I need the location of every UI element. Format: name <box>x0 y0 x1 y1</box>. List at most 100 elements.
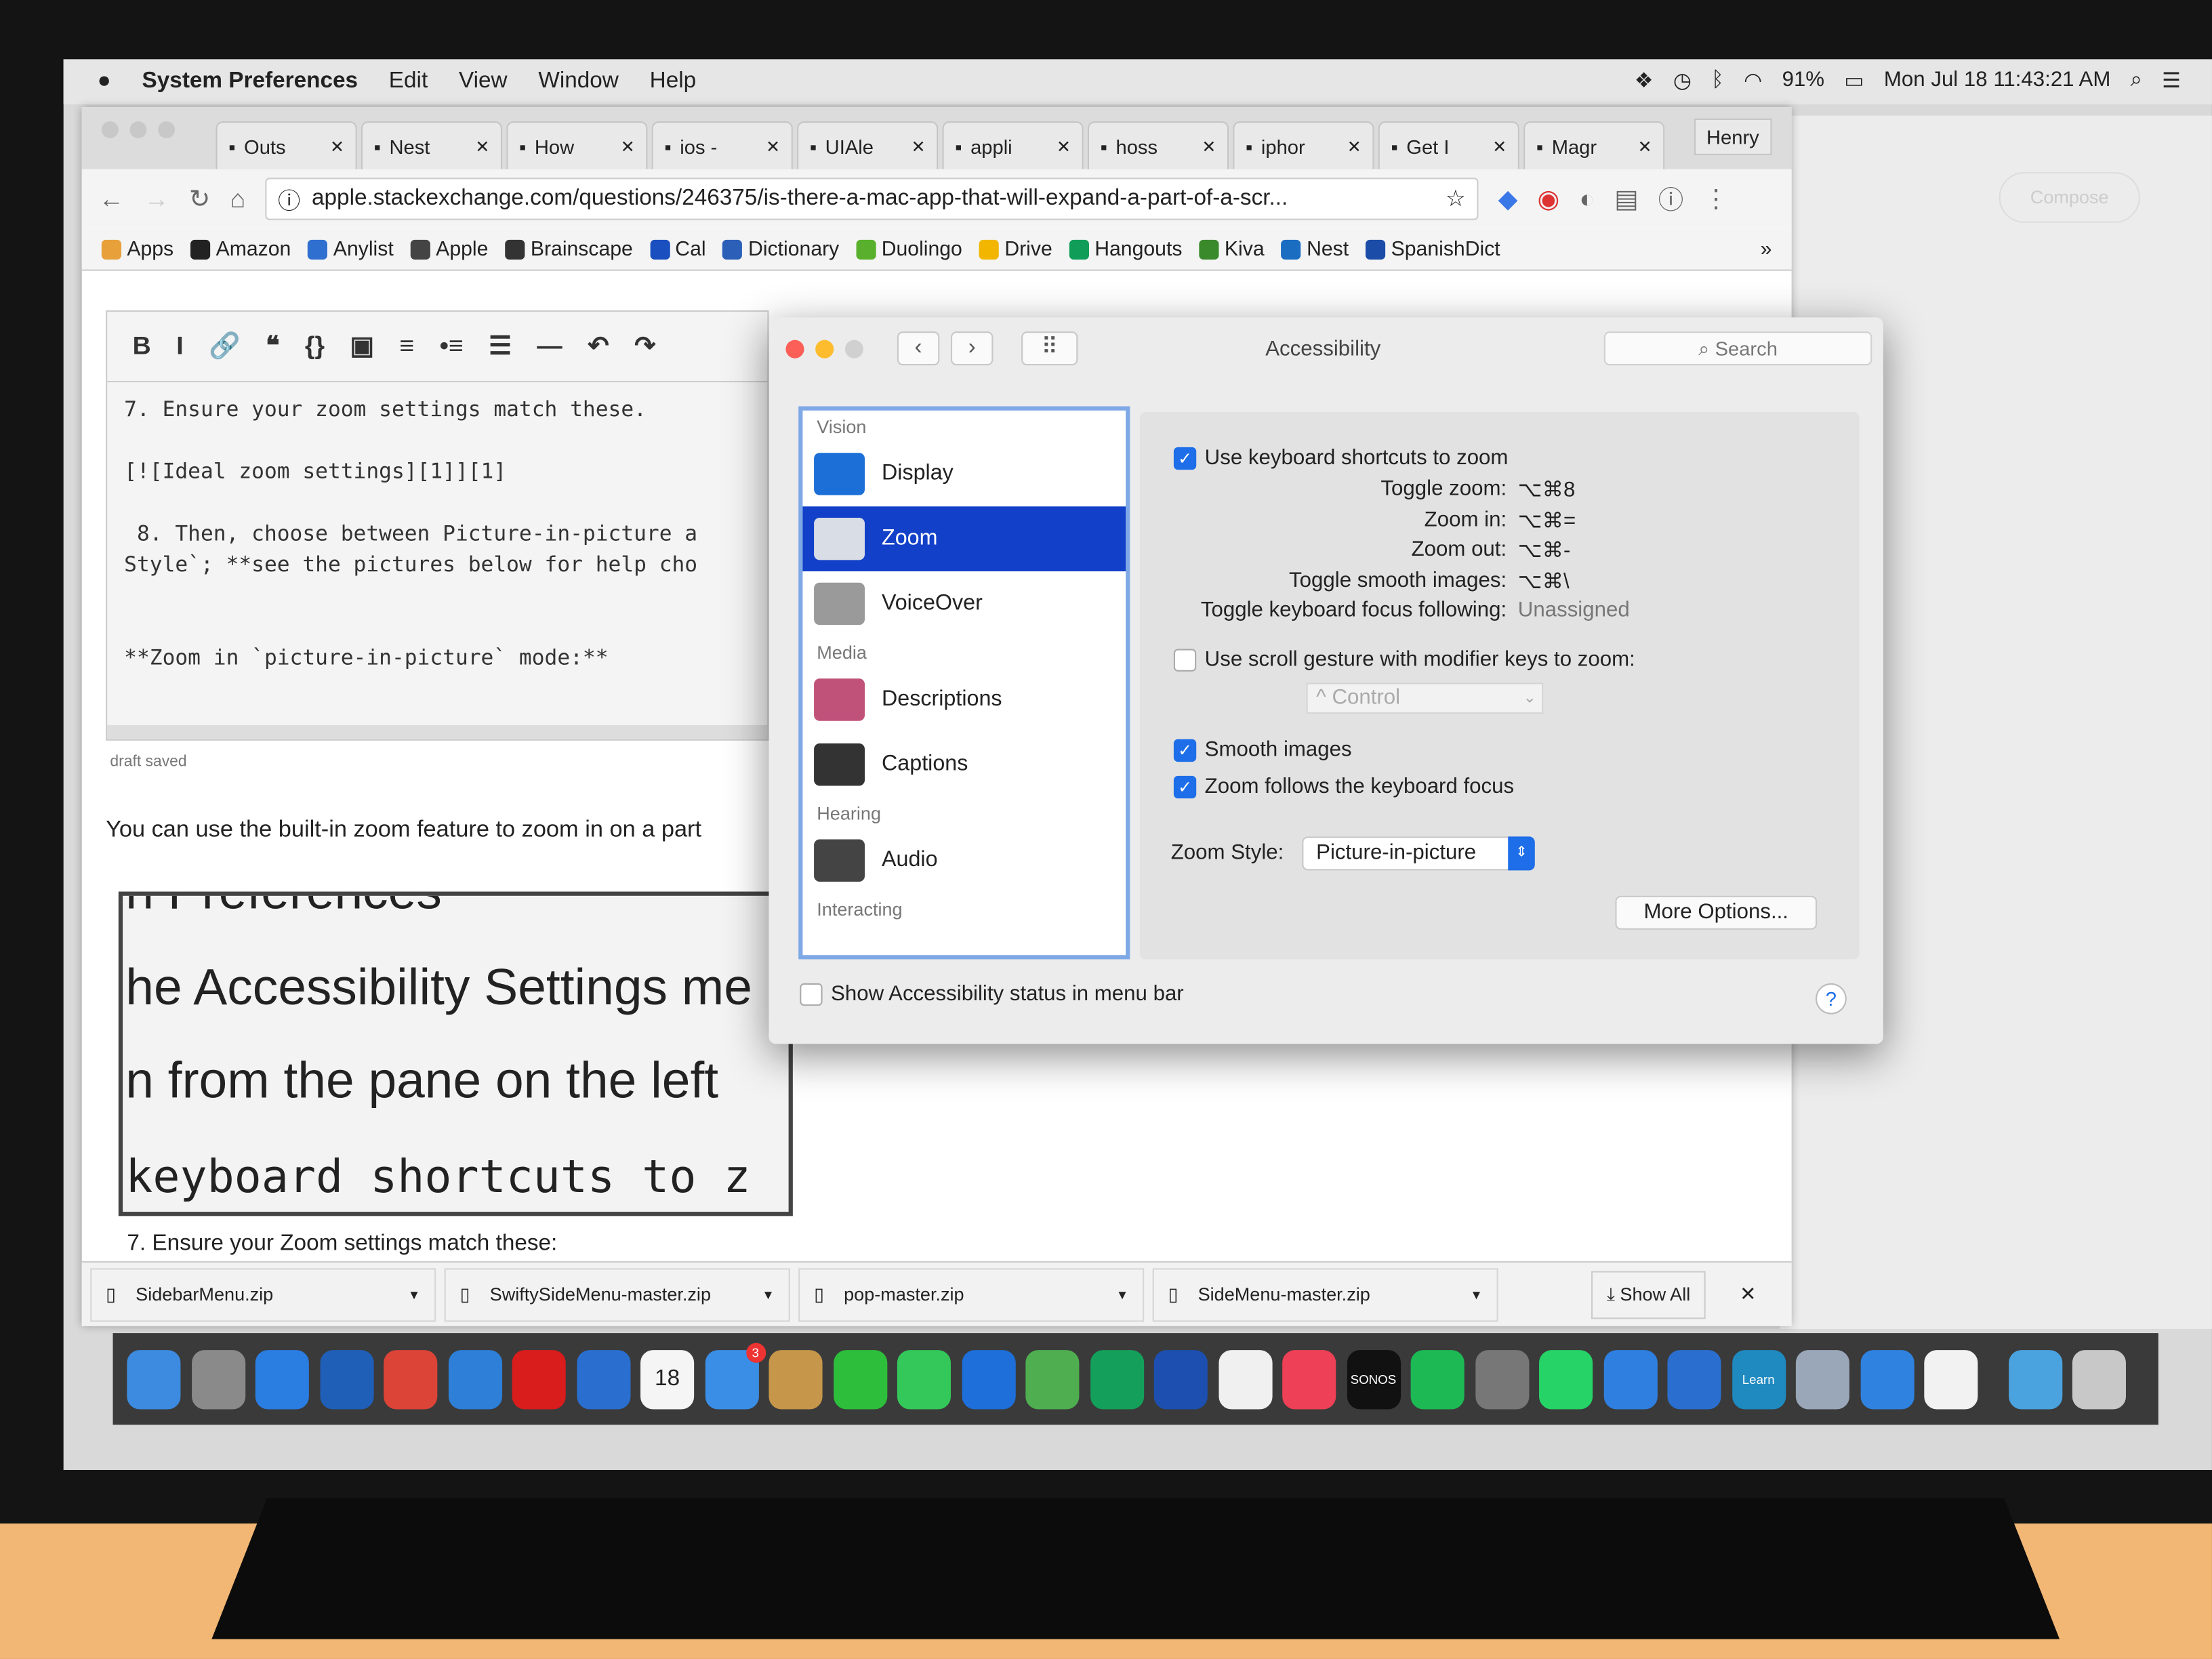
dock-facetime-icon[interactable] <box>897 1349 951 1409</box>
download-item[interactable]: ▯ pop-master.zip ▼ <box>798 1267 1145 1322</box>
time-machine-icon[interactable]: ◷ <box>1673 68 1692 93</box>
menu-window[interactable]: Window <box>538 69 618 94</box>
notification-center-icon[interactable]: ☰ <box>2162 68 2181 93</box>
italic-icon[interactable]: I <box>176 331 183 361</box>
close-tab-icon[interactable]: ✕ <box>1492 136 1507 156</box>
home-icon[interactable]: ⌂ <box>230 184 245 214</box>
shortcut-value[interactable]: ⌥⌘\ <box>1518 568 1570 593</box>
extension-icon[interactable]: ◐ <box>1579 184 1595 214</box>
close-tab-icon[interactable]: ✕ <box>621 136 635 156</box>
shortcut-value[interactable]: ⌥⌘8 <box>1518 477 1576 502</box>
info-icon[interactable]: ⓘ <box>278 182 300 216</box>
close-downloads-icon[interactable]: ✕ <box>1740 1282 1756 1306</box>
tab[interactable]: ▪ Magr ✕ <box>1523 121 1665 169</box>
extension-translate-icon[interactable]: ◆ <box>1498 184 1518 214</box>
image-icon[interactable]: ▣ <box>350 331 374 361</box>
close-tab-icon[interactable]: ✕ <box>475 136 489 156</box>
sidebar-item-audio[interactable]: Audio <box>802 828 1126 893</box>
extension-icon[interactable]: ⓘ <box>1658 180 1683 217</box>
download-menu-caret-icon[interactable]: ▼ <box>1470 1287 1483 1301</box>
address-bar[interactable]: ⓘ apple.stackexchange.com/questions/2463… <box>265 178 1479 220</box>
link-icon[interactable]: 🔗 <box>209 331 241 361</box>
tab[interactable]: ▪ appli ✕ <box>942 121 1084 169</box>
bookmark-drive[interactable]: Drive <box>979 238 1052 260</box>
more-bookmarks-icon[interactable]: » <box>1761 238 1772 260</box>
download-item[interactable]: ▯ SideMenu-master.zip ▼ <box>1152 1267 1498 1322</box>
numbered-list-icon[interactable]: ≡ <box>399 331 414 361</box>
dock-bluetooth-icon[interactable] <box>576 1349 630 1409</box>
bookmark-apps[interactable]: Apps <box>101 238 173 260</box>
heading-icon[interactable]: ☰ <box>489 331 512 361</box>
dock-folder-icon[interactable] <box>1860 1349 1914 1409</box>
sidebar-item-zoom[interactable]: Zoom <box>802 506 1126 572</box>
redo-icon[interactable]: ↷ <box>634 331 655 361</box>
use-keyboard-shortcuts-checkbox[interactable]: ✓ Use keyboard shortcuts to zoom <box>1173 446 1508 470</box>
tab[interactable]: ▪ How ✕ <box>506 121 648 169</box>
tab[interactable]: ▪ Nest ✕ <box>361 121 503 169</box>
undo-icon[interactable]: ↶ <box>588 331 609 361</box>
bookmark-anylist[interactable]: Anylist <box>308 238 394 260</box>
dock-whatsapp-icon[interactable] <box>1539 1349 1593 1409</box>
smooth-images-checkbox[interactable]: ✓ Smooth images <box>1173 738 1352 762</box>
download-menu-caret-icon[interactable]: ▼ <box>762 1287 775 1301</box>
dock-airmail-icon[interactable]: 3 <box>704 1342 766 1409</box>
close-tab-icon[interactable]: ✕ <box>766 136 780 156</box>
tab[interactable]: ▪ iphor ✕ <box>1233 121 1374 169</box>
dock-photos-icon[interactable] <box>1218 1349 1272 1409</box>
close-tab-icon[interactable]: ✕ <box>1347 136 1361 156</box>
bulleted-list-icon[interactable]: •≡ <box>440 331 464 361</box>
horizontal-rule-icon[interactable]: — <box>537 331 562 361</box>
spotlight-icon[interactable]: ⌕ <box>2131 68 2142 93</box>
dock-chrome-icon[interactable] <box>384 1349 438 1409</box>
sidebar-item-captions[interactable]: Captions <box>802 732 1126 797</box>
close-button[interactable] <box>101 121 119 138</box>
dock-itunes-icon[interactable] <box>1924 1349 1978 1409</box>
dock-opera-icon[interactable] <box>512 1349 566 1409</box>
download-item[interactable]: ▯ SidebarMenu.zip ▼ <box>90 1267 436 1322</box>
bluetooth-icon[interactable]: ᛒ <box>1711 68 1724 93</box>
dock-grammarly-icon[interactable] <box>1090 1349 1144 1409</box>
battery-percent[interactable]: 91% <box>1782 68 1825 93</box>
menu-help[interactable]: Help <box>650 69 696 94</box>
bookmark-dictionary[interactable]: Dictionary <box>722 238 839 260</box>
dock-contacts-icon[interactable] <box>769 1349 823 1409</box>
tab[interactable]: ▪ ios - ✕ <box>651 121 793 169</box>
wifi-icon[interactable]: ◠ <box>1744 68 1762 93</box>
profile-button[interactable]: Henry <box>1694 118 1772 155</box>
bookmark-kiva[interactable]: Kiva <box>1199 238 1265 260</box>
dock-evernote-icon[interactable] <box>833 1349 887 1409</box>
sidebar-item-voiceover[interactable]: VoiceOver <box>802 571 1126 636</box>
dock-trash-icon[interactable] <box>2072 1349 2126 1409</box>
dock-finder-icon[interactable] <box>127 1349 181 1409</box>
dock-app-store-icon[interactable] <box>255 1349 309 1409</box>
editor-textarea[interactable]: 7. Ensure your zoom settings match these… <box>107 382 767 721</box>
menu-edit[interactable]: Edit <box>389 69 428 94</box>
editor-resize-handle[interactable] <box>107 724 768 739</box>
dock-instruments-icon[interactable] <box>1153 1349 1208 1409</box>
tab[interactable]: ▪ UIAle ✕ <box>797 121 939 169</box>
dock-launchpad-icon[interactable] <box>191 1349 245 1409</box>
shortcut-value[interactable]: ⌥⌘= <box>1518 507 1576 532</box>
menu-view[interactable]: View <box>459 69 508 94</box>
back-icon[interactable]: ← <box>99 184 124 214</box>
tab[interactable]: ▪ hoss ✕ <box>1087 121 1229 169</box>
bookmark-hangouts[interactable]: Hangouts <box>1069 238 1182 260</box>
search-field[interactable]: ⌕ Search <box>1603 331 1872 366</box>
bookmark-brainscape[interactable]: Brainscape <box>505 238 633 260</box>
bookmark-nest[interactable]: Nest <box>1281 238 1349 260</box>
show-status-in-menu-bar-checkbox[interactable]: Show Accessibility status in menu bar <box>800 982 1184 1006</box>
quote-icon[interactable]: ❝ <box>266 331 279 361</box>
url-text[interactable]: apple.stackexchange.com/questions/246375… <box>312 186 1434 211</box>
tab[interactable]: ▪ Outs ✕ <box>216 121 357 169</box>
battery-icon[interactable]: ▭ <box>1844 68 1864 93</box>
close-tab-icon[interactable]: ✕ <box>1057 136 1071 156</box>
menu-app-name[interactable]: System Preferences <box>142 69 358 94</box>
dock-sonos-icon[interactable]: SONOS <box>1346 1349 1400 1409</box>
minimize-button[interactable] <box>815 339 834 358</box>
tab[interactable]: ▪ Get I ✕ <box>1378 121 1519 169</box>
close-tab-icon[interactable]: ✕ <box>1202 136 1216 156</box>
back-button[interactable]: ‹ <box>897 331 940 366</box>
more-options-button[interactable]: More Options... <box>1615 895 1818 930</box>
apple-menu-icon[interactable]: ● <box>98 69 111 94</box>
dock-weather-icon[interactable] <box>961 1349 1015 1409</box>
